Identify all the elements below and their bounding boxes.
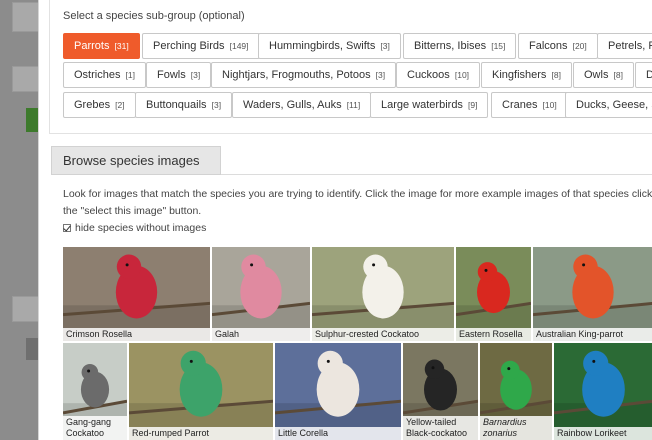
chip-count: [1]: [125, 70, 135, 80]
chip-label: Large waterbirds: [381, 99, 463, 111]
subgroup-chip-cuckoos[interactable]: Cuckoos [10]: [396, 62, 481, 88]
chip-label: Hummingbirds, Swifts: [269, 40, 376, 52]
subgroup-chip-waders[interactable]: Waders, Gulls, Auks [11]: [232, 92, 372, 118]
chip-count: [20]: [572, 41, 587, 51]
species-tile-barnardius-zonarius[interactable]: Barnardius zonarius: [480, 343, 552, 440]
chip-label: Buttonquails: [146, 99, 207, 111]
chip-count: [2]: [115, 100, 125, 110]
subgroup-chip-hummingbirds[interactable]: Hummingbirds, Swifts [3]: [258, 33, 401, 59]
tile-caption: Sulphur-crested Cockatoo: [312, 328, 454, 341]
chip-count: [31]: [114, 41, 129, 51]
species-tile-rainbow-lorikeet[interactable]: Rainbow Lorikeet: [554, 343, 652, 440]
subgroup-chip-ostriches[interactable]: Ostriches [1]: [63, 62, 146, 88]
tile-caption: Barnardius zonarius: [480, 416, 552, 440]
hide-species-label: hide species without images: [75, 222, 207, 234]
chip-count: [9]: [468, 100, 478, 110]
species-picker-dialog: Select a species sub-group (optional) Pa…: [38, 0, 652, 440]
chip-label: Falcons: [529, 40, 568, 52]
subgroup-chip-owls[interactable]: Owls [8]: [573, 62, 634, 88]
chip-count: [10]: [454, 70, 470, 80]
tile-caption: Gang-gang Cockatoo: [63, 416, 127, 440]
tile-caption: Galah: [212, 328, 310, 341]
species-tile-red-rumped-parrot[interactable]: Red-rumped Parrot: [129, 343, 273, 440]
hide-species-toggle[interactable]: hide species without images: [63, 222, 206, 234]
chip-count: [8]: [551, 70, 561, 80]
subgroup-chip-large-waterbirds[interactable]: Large waterbirds [9]: [370, 92, 489, 118]
species-tile-galah[interactable]: Galah: [212, 247, 310, 341]
subgroup-chip-grebes[interactable]: Grebes [2]: [63, 92, 136, 118]
bird-photo: [554, 343, 652, 440]
chip-count: [10]: [542, 100, 557, 110]
subgroup-chip-doves[interactable]: Do: [635, 62, 652, 88]
bird-photo: [129, 343, 273, 440]
subgroup-prompt: Select a species sub-group (optional): [63, 10, 245, 22]
subgroup-chip-nightjars[interactable]: Nightjars, Frogmouths, Potoos [3]: [211, 62, 397, 88]
chip-label: Bitterns, Ibises: [414, 40, 487, 52]
browse-species-images-tab[interactable]: Browse species images: [51, 146, 221, 175]
hide-species-checkbox[interactable]: [63, 224, 71, 232]
tile-caption: Eastern Rosella: [456, 328, 531, 341]
browse-description: Look for images that match the species y…: [63, 188, 652, 217]
chip-count: [3]: [375, 70, 386, 80]
chip-label: Ostriches: [74, 69, 121, 81]
species-tile-yellow-tailed-black-cockatoo[interactable]: Yellow-tailed Black-cockatoo: [403, 343, 478, 440]
tile-caption: Crimson Rosella: [63, 328, 210, 341]
bird-photo: [456, 247, 531, 341]
chip-label: Parrots: [74, 40, 110, 52]
subgroup-chip-perching-birds[interactable]: Perching Birds [149]: [142, 33, 260, 59]
tile-caption: Red-rumped Parrot: [129, 427, 273, 440]
chip-count: [8]: [613, 70, 623, 80]
species-tile-australian-king-parrot[interactable]: Australian King-parrot: [533, 247, 652, 341]
bird-photo: [212, 247, 310, 341]
chip-label: Petrels, Fr: [608, 40, 652, 52]
species-tile-crimson-rosella[interactable]: Crimson Rosella: [63, 247, 210, 341]
subgroup-chip-ducks[interactable]: Ducks, Geese, Sw: [565, 92, 652, 118]
subgroup-chip-falcons[interactable]: Falcons [20]: [518, 33, 598, 59]
chip-count: [3]: [380, 41, 390, 51]
bird-photo: [533, 247, 652, 341]
subgroup-chip-kingfishers[interactable]: Kingfishers [8]: [481, 62, 572, 88]
bird-photo: [275, 343, 401, 440]
species-tile-gang-gang-cockatoo[interactable]: Gang-gang Cockatoo: [63, 343, 127, 440]
subgroup-chip-buttonquails[interactable]: Buttonquails [3]: [135, 92, 233, 118]
subgroup-chip-parrots[interactable]: Parrots [31]: [63, 33, 140, 59]
bird-photo: [312, 247, 454, 341]
bird-photo: [63, 247, 210, 341]
chip-label: Owls: [584, 69, 609, 81]
chip-label: Waders, Gulls, Auks: [243, 99, 342, 111]
chip-label: Grebes: [74, 99, 111, 111]
chip-count: [11]: [346, 100, 361, 110]
subgroup-chip-petrels[interactable]: Petrels, Fr: [597, 33, 652, 59]
chip-count: [149]: [229, 41, 249, 51]
chip-label: Perching Birds: [153, 40, 225, 52]
subgroup-chip-fowls[interactable]: Fowls [3]: [146, 62, 212, 88]
species-tile-sulphur-crested-cockatoo[interactable]: Sulphur-crested Cockatoo: [312, 247, 454, 341]
chip-count: [15]: [491, 41, 506, 51]
subgroup-chip-bitterns[interactable]: Bitterns, Ibises [15]: [403, 33, 517, 59]
tile-caption: Yellow-tailed Black-cockatoo: [403, 416, 478, 440]
species-tile-eastern-rosella[interactable]: Eastern Rosella: [456, 247, 531, 341]
chip-count: [3]: [190, 70, 201, 80]
tile-caption: Rainbow Lorikeet: [554, 427, 652, 440]
tile-caption: Little Corella: [275, 427, 401, 440]
chip-label: Cuckoos: [407, 69, 450, 81]
chip-label: Do: [646, 69, 652, 81]
chip-label: Fowls: [157, 69, 186, 81]
chip-label: Kingfishers: [492, 69, 547, 81]
species-tile-little-corella[interactable]: Little Corella: [275, 343, 401, 440]
chip-label: Cranes: [502, 99, 538, 111]
tile-caption: Australian King-parrot: [533, 328, 652, 341]
chip-count: [3]: [211, 100, 222, 110]
subgroup-chip-cranes[interactable]: Cranes [10]: [491, 92, 568, 118]
chip-label: Nightjars, Frogmouths, Potoos: [222, 69, 371, 81]
chip-label: Ducks, Geese, Sw: [576, 99, 652, 111]
